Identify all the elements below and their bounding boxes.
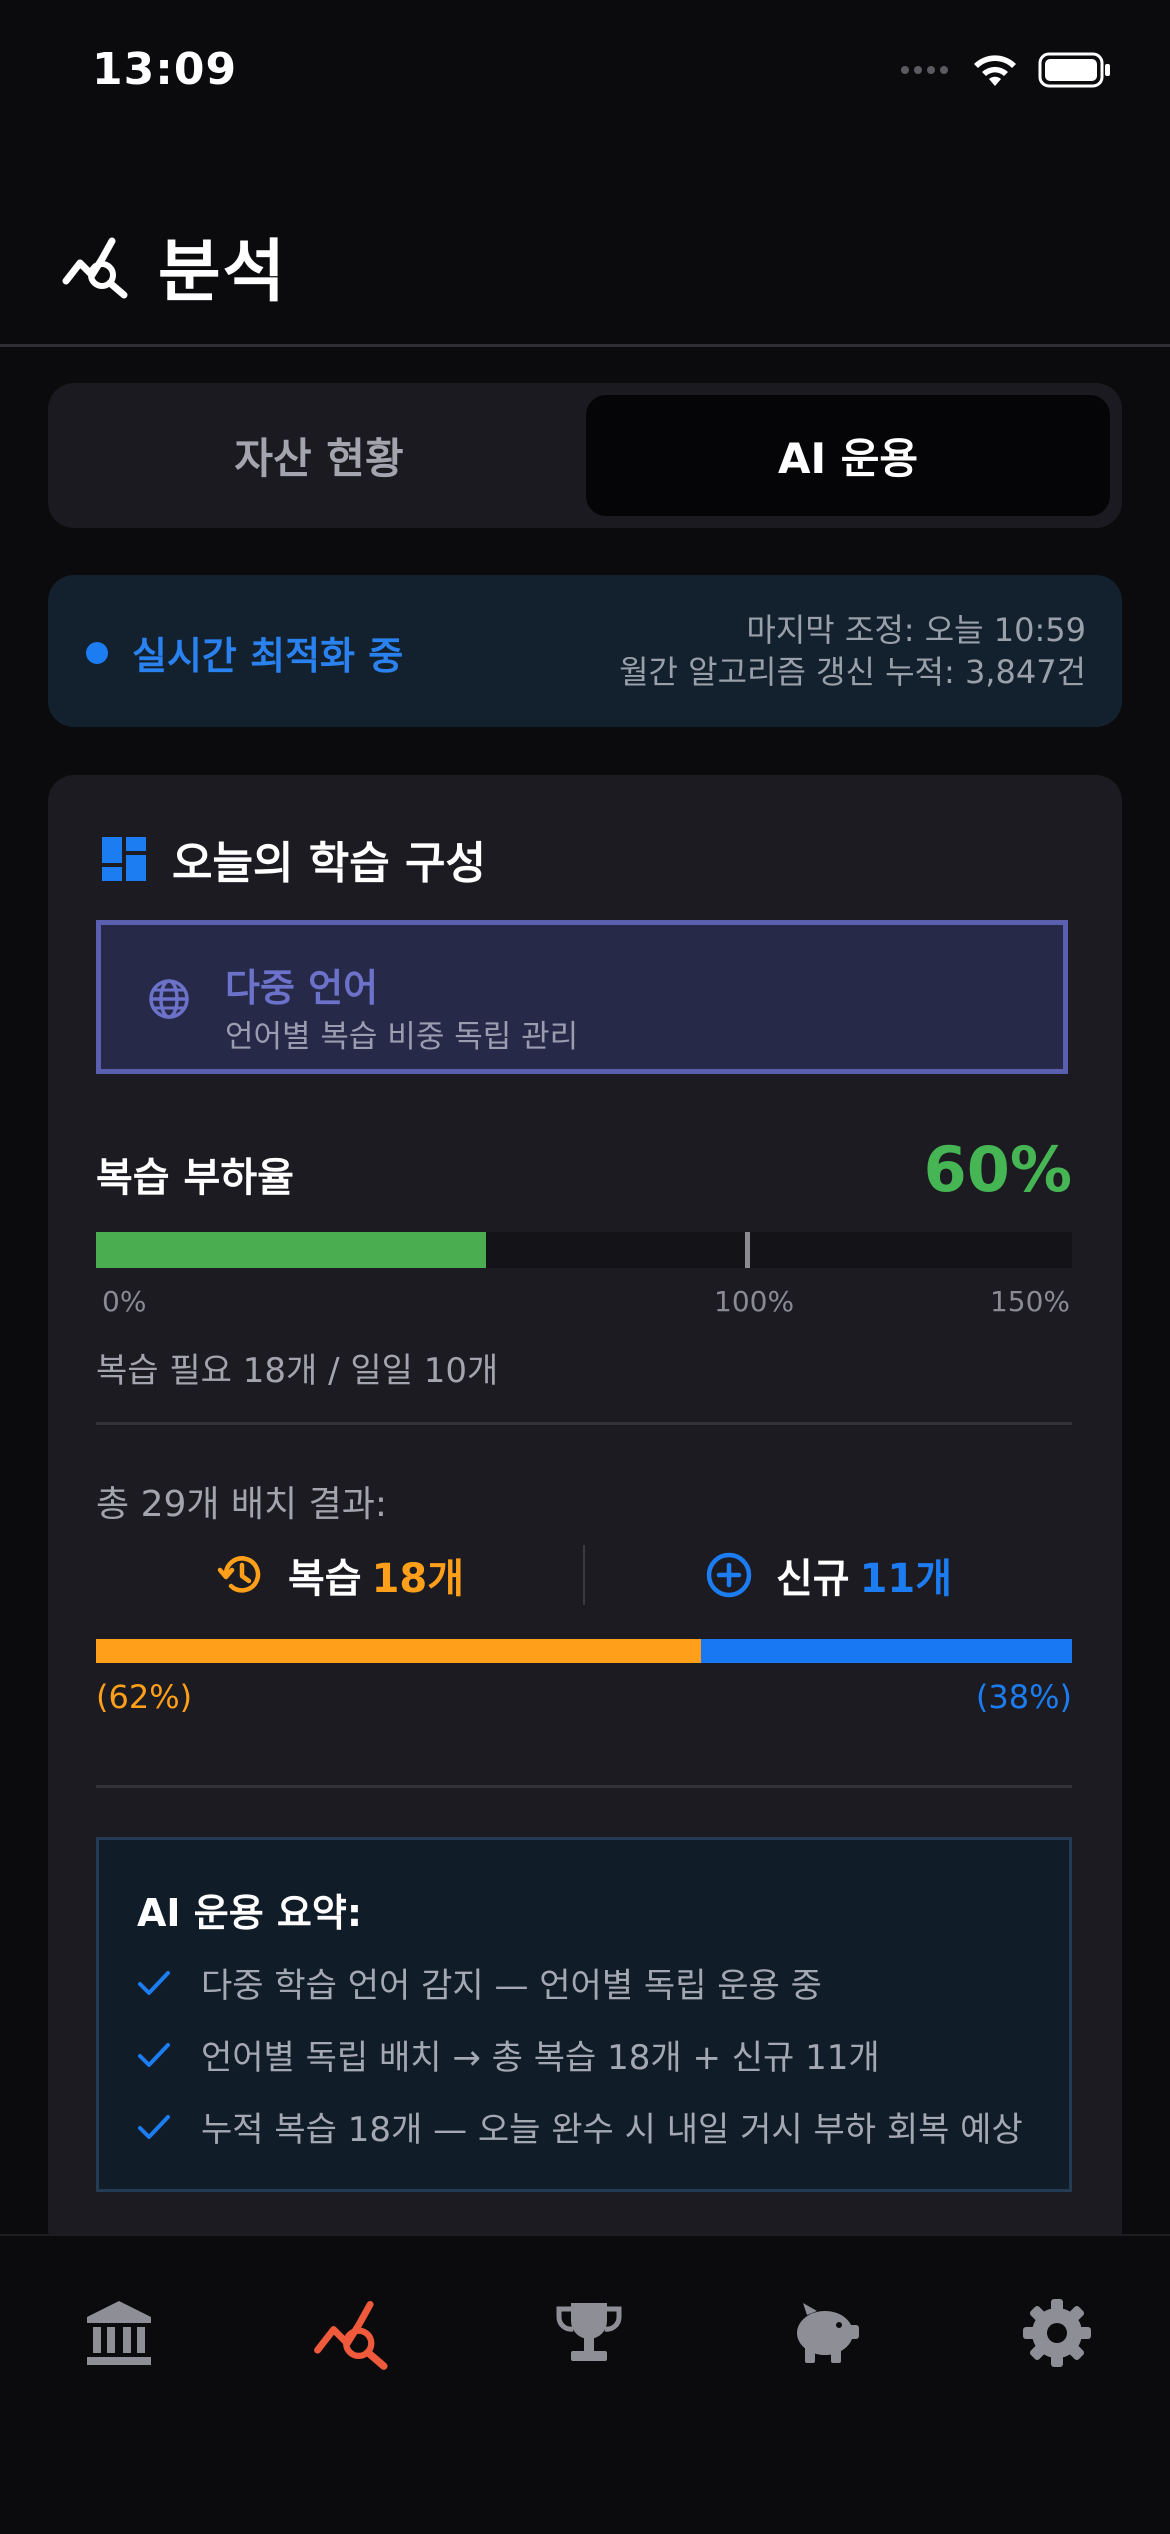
capacity-marker xyxy=(744,1232,750,1268)
bank-icon xyxy=(87,2301,151,2365)
review-load-fill xyxy=(96,1232,487,1268)
tick-label: 100% xyxy=(714,1285,795,1318)
multi-language-box: 다중 언어 언어별 복습 비중 독립 관리 xyxy=(96,920,1068,1074)
new-label: 신규 xyxy=(775,1556,850,1602)
optimization-status-text: 실시간 최적화 중 xyxy=(132,634,404,678)
tick-label: 0% xyxy=(102,1285,147,1318)
review-label: 복습 xyxy=(287,1556,362,1602)
checkmark-icon xyxy=(138,1970,170,1995)
language-box-subtitle: 언어별 복습 비중 독립 관리 xyxy=(225,1019,579,1055)
tab-bank[interactable] xyxy=(74,2288,164,2378)
bottom-tab-bar xyxy=(0,2234,1170,2534)
last-adjust-text: 마지막 조정: 오늘 10:59 xyxy=(746,611,1086,649)
monthly-updates-text: 월간 알고리즘 갱신 누적: 3,847건 xyxy=(619,653,1086,691)
tab-asset-status[interactable]: 자산 현황 xyxy=(60,395,578,516)
tick-label: 150% xyxy=(989,1285,1070,1318)
learning-composition-card: 오늘의 학습 구성 다중 언어 언어별 복습 비중 독립 관리 복습 부하율 6… xyxy=(48,775,1122,2255)
language-box-title: 다중 언어 xyxy=(225,966,379,1010)
plus-circle-icon xyxy=(706,1552,752,1598)
page-header: 분석 xyxy=(62,216,287,315)
review-load-bar xyxy=(96,1232,1072,1268)
status-time: 13:09 xyxy=(92,44,238,95)
checkmark-icon xyxy=(138,2042,170,2067)
card-header: 오늘의 학습 구성 xyxy=(100,827,486,891)
summary-title: AI 운용 요약: xyxy=(137,1891,363,1935)
review-new-ratio-bar xyxy=(96,1639,1072,1663)
battery-icon xyxy=(1038,52,1110,88)
review-count: 18개 xyxy=(371,1556,465,1602)
summary-item-text: 언어별 독립 배치 → 총 복습 18개 + 신규 11개 xyxy=(201,2038,880,2078)
new-ratio-segment xyxy=(701,1639,1072,1663)
ai-summary-box: AI 운용 요약: 다중 학습 언어 감지 — 언어별 독립 운용 중 언어별 … xyxy=(96,1837,1072,2192)
piggy-bank-icon xyxy=(797,2303,859,2363)
tab-analytics[interactable] xyxy=(308,2288,398,2378)
review-load-value: 60% xyxy=(923,1133,1072,1206)
trophy-icon xyxy=(556,2303,622,2361)
status-meta: 마지막 조정: 오늘 10:59 월간 알고리즘 갱신 누적: 3,847건 xyxy=(619,609,1086,693)
tab-ai-operation[interactable]: AI 운용 xyxy=(586,395,1110,516)
review-percentage: (62%) xyxy=(96,1678,193,1716)
review-count-group: 복습 18개 xyxy=(96,1540,584,1610)
summary-item: 언어별 독립 배치 → 총 복습 18개 + 신규 11개 xyxy=(137,2030,880,2079)
segmented-control: 자산 현황 AI 운용 xyxy=(48,383,1122,528)
page-title: 분석 xyxy=(158,233,288,312)
new-percentage: (38%) xyxy=(975,1678,1072,1716)
header-divider xyxy=(0,344,1170,347)
new-count: 11개 xyxy=(859,1556,953,1602)
divider xyxy=(96,1785,1072,1788)
analytics-icon xyxy=(62,237,128,298)
summary-item: 누적 복습 18개 — 오늘 완수 시 내일 거시 부하 회복 예상 xyxy=(137,2102,1023,2151)
gear-icon xyxy=(1023,2299,1091,2367)
live-status-dot xyxy=(86,642,108,664)
new-count-group: 신규 11개 xyxy=(584,1540,1072,1610)
analytics-icon xyxy=(314,2301,388,2370)
tab-savings[interactable] xyxy=(780,2288,870,2378)
summary-item-text: 다중 학습 언어 감지 — 언어별 독립 운용 중 xyxy=(201,1966,822,2006)
review-load-label: 복습 부하율 xyxy=(96,1155,294,1201)
signal-icon xyxy=(901,66,948,74)
optimization-status-card: 실시간 최적화 중 마지막 조정: 오늘 10:59 월간 알고리즘 갱신 누적… xyxy=(48,575,1122,727)
globe-icon xyxy=(149,979,189,1019)
dashboard-icon xyxy=(102,837,146,881)
summary-item: 다중 학습 언어 감지 — 언어별 독립 운용 중 xyxy=(137,1958,822,2007)
divider xyxy=(96,1422,1072,1425)
card-title: 오늘의 학습 구성 xyxy=(172,838,486,889)
wifi-icon xyxy=(974,55,1016,86)
total-placement-label: 총 29개 배치 결과: xyxy=(96,1484,387,1525)
checkmark-icon xyxy=(138,2114,170,2139)
status-icons xyxy=(900,52,1112,88)
history-icon xyxy=(217,1556,261,1593)
review-new-split: 복습 18개 신규 11개 xyxy=(96,1540,1072,1610)
review-load-detail: 복습 필요 18개 / 일일 10개 xyxy=(96,1351,499,1391)
review-ratio-segment xyxy=(96,1639,702,1663)
tab-trophy[interactable] xyxy=(544,2288,634,2378)
tab-settings[interactable] xyxy=(1012,2288,1102,2378)
summary-item-text: 누적 복습 18개 — 오늘 완수 시 내일 거시 부하 회복 예상 xyxy=(201,2110,1023,2150)
